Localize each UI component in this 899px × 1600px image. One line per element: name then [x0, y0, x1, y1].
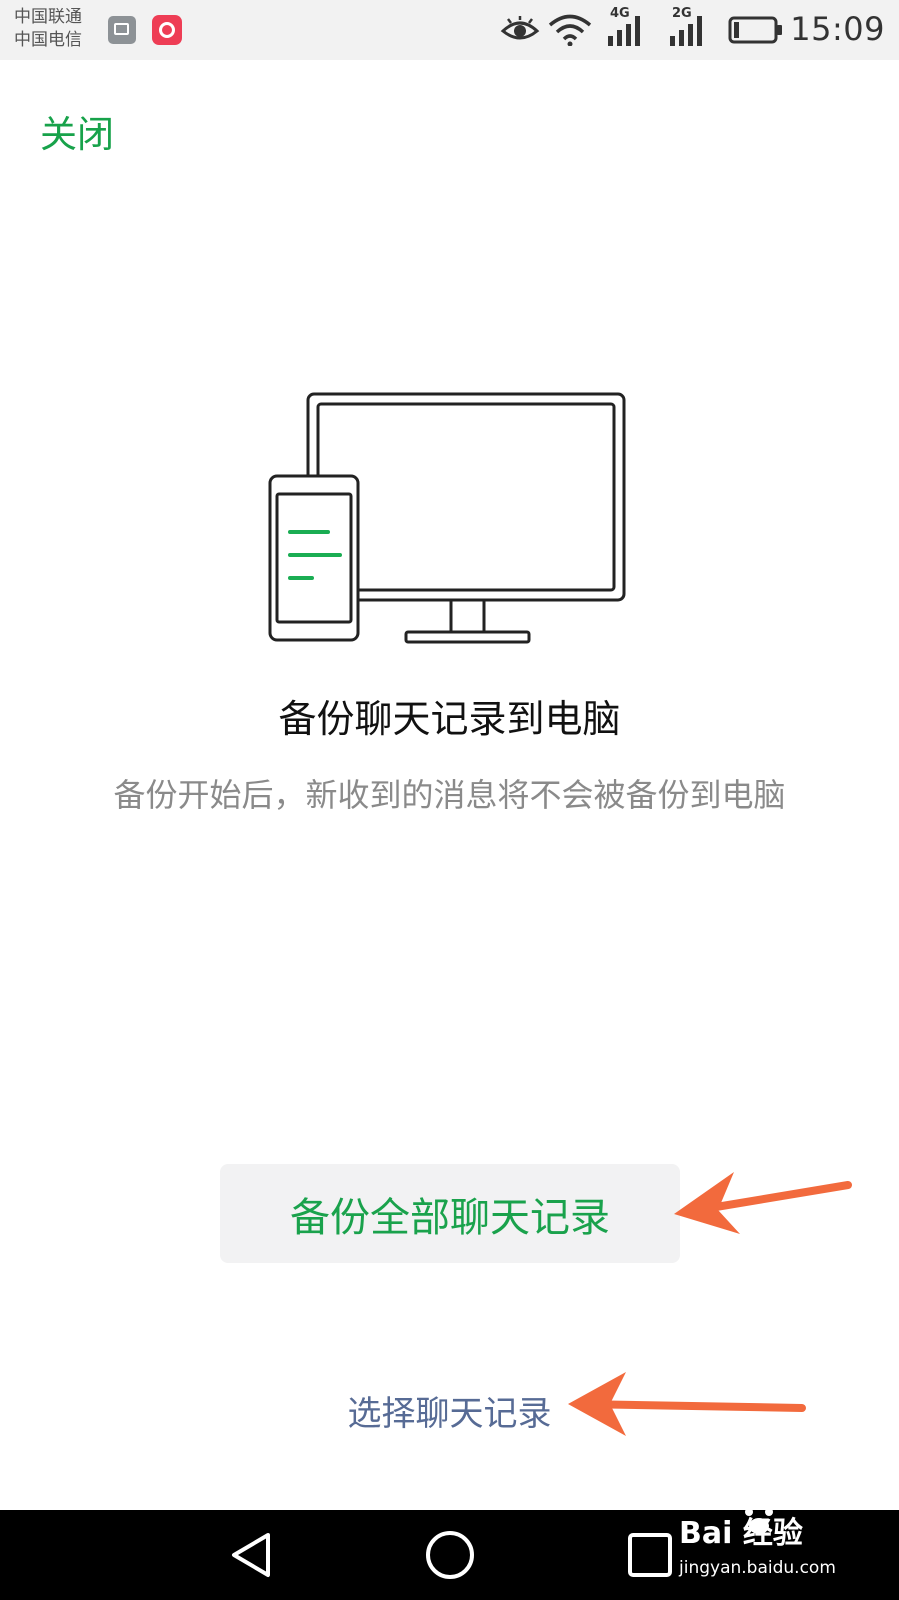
annotation-arrow-icon — [568, 1372, 806, 1436]
baidu-watermark: Bai 经验 jingyan.baidu.com — [679, 1500, 869, 1595]
clock: 15:09 — [790, 10, 885, 48]
battery-icon — [728, 16, 782, 44]
signal-icon — [608, 16, 640, 46]
signal-icon — [670, 16, 702, 46]
phone-and-monitor-icon — [268, 392, 626, 644]
status-bar: 中国联通 中国电信 4G 2G 15:09 — [0, 0, 899, 60]
annotation-arrow-icon — [674, 1172, 852, 1234]
carrier-info: 中国联通 中国电信 — [14, 6, 82, 52]
wifi-icon — [548, 14, 592, 46]
backup-all-label: 备份全部聊天记录 — [290, 1194, 610, 1241]
backup-all-button[interactable]: 备份全部聊天记录 — [220, 1164, 680, 1263]
page-title: 备份聊天记录到电脑 — [278, 697, 621, 741]
watermark-url: jingyan.baidu.com — [679, 1558, 836, 1578]
page-subtitle: 备份开始后，新收到的消息将不会被备份到电脑 — [113, 776, 786, 814]
back-icon[interactable] — [228, 1530, 274, 1580]
gallery-icon — [108, 16, 136, 44]
carrier-2-label: 中国电信 — [14, 30, 82, 50]
eye-icon — [500, 16, 540, 40]
home-icon[interactable] — [424, 1529, 476, 1581]
close-button[interactable]: 关闭 — [40, 104, 114, 158]
recents-icon[interactable] — [627, 1532, 673, 1578]
watermark-title: Bai 经验 — [679, 1516, 803, 1551]
app-icon — [152, 15, 182, 45]
carrier-1-label: 中国联通 — [14, 7, 82, 27]
